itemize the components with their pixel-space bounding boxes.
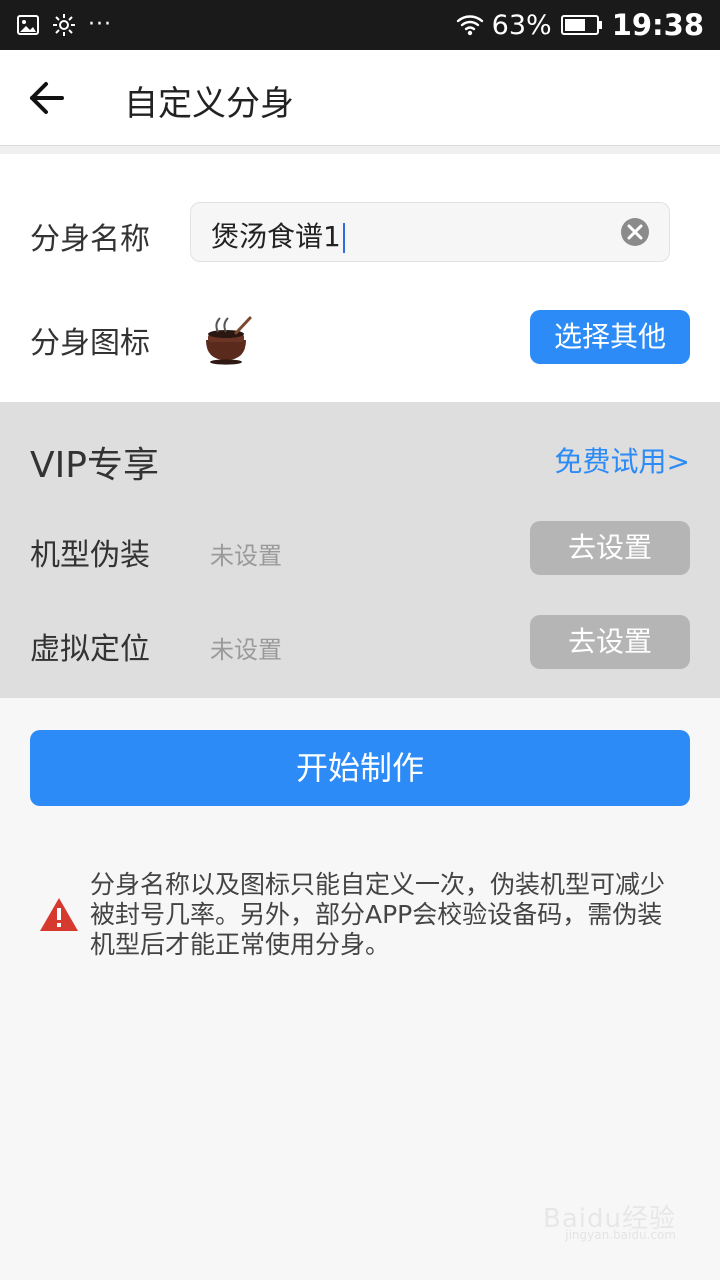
warning-icon	[38, 896, 80, 934]
free-trial-link[interactable]: 免费试用>	[555, 440, 690, 480]
notice-text: 分身名称以及图标只能自定义一次，伪装机型可减少被封号几率。另外，部分APP会校验…	[90, 870, 666, 959]
custom-clone-form: 分身名称 煲汤食谱1 分身图标 选择其他	[0, 154, 720, 402]
pot-icon	[200, 310, 252, 366]
virtual-location-button[interactable]: 去设置	[530, 615, 690, 669]
clock: 19:38	[611, 8, 704, 42]
model-disguise-status: 未设置	[210, 542, 282, 570]
text-caret	[342, 223, 345, 253]
vip-section: VIP专享 免费试用> 机型伪装 未设置 去设置 虚拟定位 未设置 去设置	[0, 402, 720, 698]
more-icon: ···	[88, 12, 112, 37]
app-bar: 自定义分身	[0, 50, 720, 146]
vip-title: VIP专享	[30, 445, 159, 486]
start-making-button[interactable]: 开始制作	[30, 730, 690, 806]
clear-icon[interactable]	[619, 216, 651, 248]
model-disguise-button[interactable]: 去设置	[530, 521, 690, 575]
clone-name-text: 煲汤食谱1	[211, 220, 341, 253]
page-title: 自定义分身	[124, 84, 294, 124]
icon-label: 分身图标	[30, 326, 150, 361]
wifi-icon	[456, 11, 484, 39]
name-label: 分身名称	[30, 222, 150, 257]
status-right-group: 63% 19:38	[456, 8, 704, 42]
virtual-location-status: 未设置	[210, 636, 282, 664]
arrow-left-icon[interactable]	[26, 76, 70, 120]
virtual-location-label: 虚拟定位	[30, 632, 150, 667]
gear-icon	[52, 13, 76, 37]
divider-strip	[0, 146, 720, 154]
status-left-icons: ···	[16, 12, 112, 37]
image-icon	[16, 13, 40, 37]
clone-name-value[interactable]: 煲汤食谱1	[211, 215, 345, 255]
battery-percent: 63%	[491, 9, 552, 41]
status-bar: ··· 63% 19:38	[0, 0, 720, 50]
watermark-sub: jingyan.baidu.com	[565, 1228, 676, 1242]
watermark: Baidu经验 jingyan.baidu.com	[536, 1198, 676, 1258]
clone-name-input[interactable]: 煲汤食谱1	[190, 202, 670, 262]
battery-icon	[560, 12, 604, 38]
model-disguise-label: 机型伪装	[30, 538, 150, 573]
choose-other-button[interactable]: 选择其他	[530, 310, 690, 364]
